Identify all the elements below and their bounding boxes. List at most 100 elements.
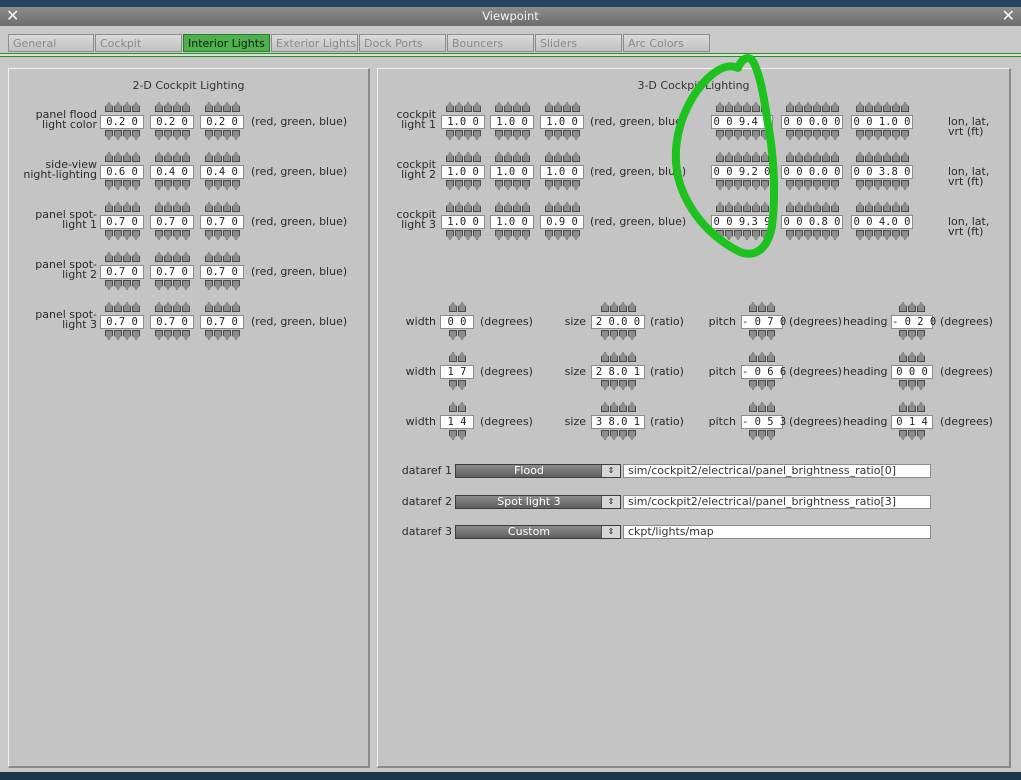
arrow-down-icon[interactable] bbox=[892, 230, 900, 240]
arrow-down-icon[interactable] bbox=[164, 180, 172, 190]
arrow-down-icon[interactable] bbox=[504, 130, 512, 140]
position-value-field[interactable]: 0 0 0.0 0 bbox=[781, 115, 843, 129]
color-value-field[interactable]: 1.0 0 bbox=[490, 165, 534, 179]
arrow-down-icon[interactable] bbox=[205, 230, 213, 240]
arrow-up-icon[interactable] bbox=[628, 352, 636, 362]
arrow-down-icon[interactable] bbox=[173, 130, 181, 140]
position-value-field[interactable]: 0 0 9.2 0 bbox=[711, 165, 773, 179]
arrow-down-icon[interactable] bbox=[758, 430, 766, 440]
arrow-down-icon[interactable] bbox=[734, 180, 742, 190]
arrow-up-icon[interactable] bbox=[522, 152, 530, 162]
arrow-up-icon[interactable] bbox=[899, 352, 907, 362]
arrow-up-icon[interactable] bbox=[123, 302, 131, 312]
arrow-up-icon[interactable] bbox=[105, 252, 113, 262]
arrow-up-icon[interactable] bbox=[132, 252, 140, 262]
arrow-down-icon[interactable] bbox=[223, 130, 231, 140]
arrow-down-icon[interactable] bbox=[874, 230, 882, 240]
arrow-down-icon[interactable] bbox=[901, 130, 909, 140]
arrow-down-icon[interactable] bbox=[164, 230, 172, 240]
arrow-up-icon[interactable] bbox=[725, 102, 733, 112]
color-value-field[interactable]: 1.0 0 bbox=[441, 115, 485, 129]
arrow-down-icon[interactable] bbox=[883, 130, 891, 140]
arrow-down-icon[interactable] bbox=[105, 230, 113, 240]
arrow-down-icon[interactable] bbox=[105, 130, 113, 140]
arrow-up-icon[interactable] bbox=[504, 102, 512, 112]
arrow-up-icon[interactable] bbox=[132, 302, 140, 312]
arrow-up-icon[interactable] bbox=[449, 402, 457, 412]
arrow-up-icon[interactable] bbox=[856, 152, 864, 162]
color-value-field[interactable]: 0.7 0 bbox=[200, 215, 244, 229]
arrow-up-icon[interactable] bbox=[214, 302, 222, 312]
arrow-up-icon[interactable] bbox=[908, 302, 916, 312]
arrow-up-icon[interactable] bbox=[473, 202, 481, 212]
arrow-up-icon[interactable] bbox=[446, 202, 454, 212]
arrow-up-icon[interactable] bbox=[473, 152, 481, 162]
arrow-up-icon[interactable] bbox=[734, 152, 742, 162]
arrow-down-icon[interactable] bbox=[892, 180, 900, 190]
arrow-down-icon[interactable] bbox=[223, 180, 231, 190]
arrow-down-icon[interactable] bbox=[455, 230, 463, 240]
arrow-down-icon[interactable] bbox=[513, 130, 521, 140]
arrow-up-icon[interactable] bbox=[767, 402, 775, 412]
arrow-up-icon[interactable] bbox=[182, 252, 190, 262]
arrow-down-icon[interactable] bbox=[734, 230, 742, 240]
arrow-down-icon[interactable] bbox=[908, 430, 916, 440]
arrow-down-icon[interactable] bbox=[901, 230, 909, 240]
arrow-down-icon[interactable] bbox=[495, 130, 503, 140]
arrow-down-icon[interactable] bbox=[495, 230, 503, 240]
arrow-up-icon[interactable] bbox=[105, 202, 113, 212]
arrow-up-icon[interactable] bbox=[223, 102, 231, 112]
arrow-down-icon[interactable] bbox=[865, 180, 873, 190]
arrow-up-icon[interactable] bbox=[786, 202, 794, 212]
arrow-down-icon[interactable] bbox=[743, 130, 751, 140]
arrow-up-icon[interactable] bbox=[795, 152, 803, 162]
arrow-down-icon[interactable] bbox=[767, 330, 775, 340]
arrow-up-icon[interactable] bbox=[105, 302, 113, 312]
arrow-down-icon[interactable] bbox=[619, 430, 627, 440]
arrow-up-icon[interactable] bbox=[114, 202, 122, 212]
arrow-down-icon[interactable] bbox=[610, 330, 618, 340]
arrow-up-icon[interactable] bbox=[899, 302, 907, 312]
arrow-up-icon[interactable] bbox=[856, 102, 864, 112]
arrow-up-icon[interactable] bbox=[495, 202, 503, 212]
arrow-up-icon[interactable] bbox=[164, 152, 172, 162]
arrow-up-icon[interactable] bbox=[767, 302, 775, 312]
arrow-down-icon[interactable] bbox=[822, 180, 830, 190]
arrow-down-icon[interactable] bbox=[214, 130, 222, 140]
arrow-down-icon[interactable] bbox=[908, 380, 916, 390]
arrow-down-icon[interactable] bbox=[743, 230, 751, 240]
close-icon[interactable]: ✕ bbox=[1002, 7, 1015, 25]
arrow-down-icon[interactable] bbox=[123, 130, 131, 140]
dataref-select[interactable]: Spot light 3 ⇕ bbox=[455, 495, 621, 509]
arrow-down-icon[interactable] bbox=[761, 180, 769, 190]
arrow-up-icon[interactable] bbox=[628, 302, 636, 312]
arrow-up-icon[interactable] bbox=[214, 102, 222, 112]
arrow-up-icon[interactable] bbox=[892, 102, 900, 112]
tab-general[interactable]: General bbox=[8, 34, 94, 52]
tab-sliders[interactable]: Sliders bbox=[535, 34, 622, 52]
arrow-up-icon[interactable] bbox=[205, 102, 213, 112]
arrow-down-icon[interactable] bbox=[132, 280, 140, 290]
arrow-up-icon[interactable] bbox=[545, 202, 553, 212]
arrow-down-icon[interactable] bbox=[856, 230, 864, 240]
arrow-down-icon[interactable] bbox=[856, 180, 864, 190]
dataref-path-field[interactable]: sim/cockpit2/electrical/panel_brightness… bbox=[623, 464, 931, 478]
arrow-up-icon[interactable] bbox=[901, 202, 909, 212]
beam-width-field[interactable]: 1 4 bbox=[440, 415, 474, 429]
arrow-up-icon[interactable] bbox=[725, 202, 733, 212]
arrow-down-icon[interactable] bbox=[786, 180, 794, 190]
arrow-down-icon[interactable] bbox=[182, 230, 190, 240]
beam-pitch-field[interactable]: - 0 6 6 bbox=[741, 365, 786, 379]
beam-heading-field[interactable]: 0 0 0 bbox=[891, 365, 933, 379]
arrow-up-icon[interactable] bbox=[132, 102, 140, 112]
arrow-up-icon[interactable] bbox=[761, 152, 769, 162]
arrow-down-icon[interactable] bbox=[504, 180, 512, 190]
position-value-field[interactable]: 0 0 0.8 0 bbox=[781, 215, 843, 229]
arrow-up-icon[interactable] bbox=[743, 202, 751, 212]
arrow-up-icon[interactable] bbox=[114, 102, 122, 112]
arrow-up-icon[interactable] bbox=[572, 102, 580, 112]
arrow-up-icon[interactable] bbox=[752, 202, 760, 212]
arrow-down-icon[interactable] bbox=[804, 130, 812, 140]
arrow-down-icon[interactable] bbox=[132, 330, 140, 340]
arrow-down-icon[interactable] bbox=[473, 180, 481, 190]
